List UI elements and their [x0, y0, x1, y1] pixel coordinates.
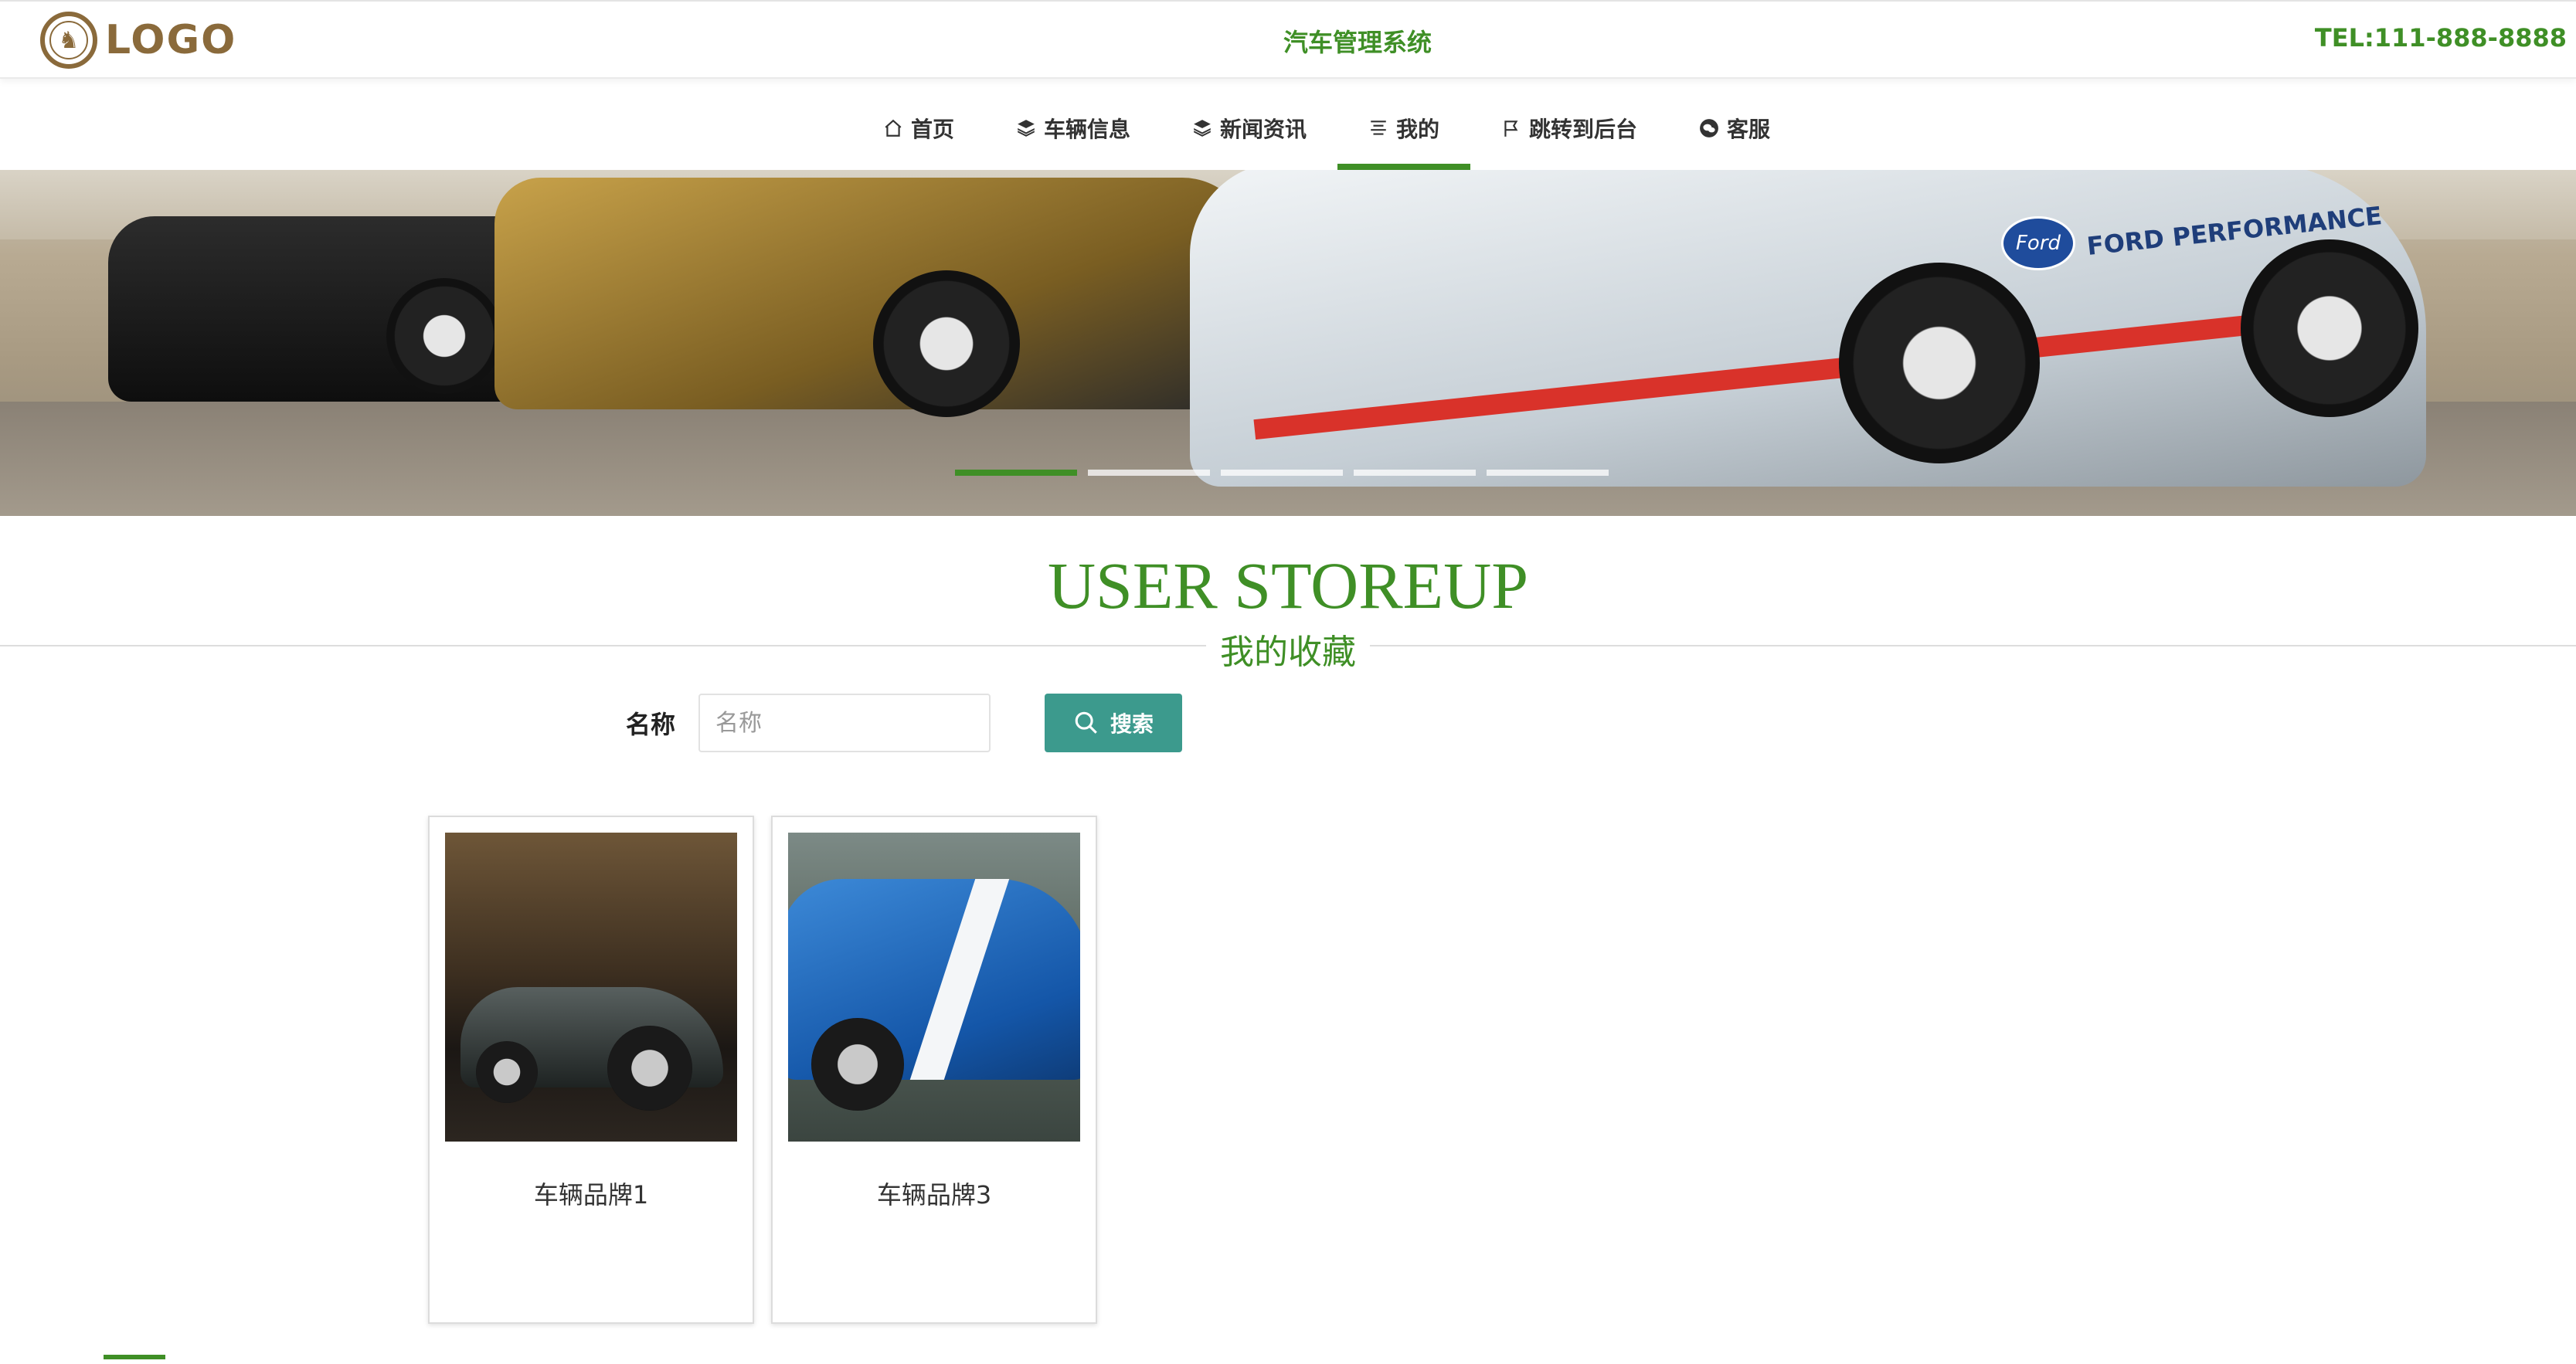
nav-item-label: 车辆信息 [1043, 117, 1130, 142]
search-icon [1075, 711, 1097, 734]
nav-item-service[interactable]: 客服 [1668, 87, 1801, 170]
favorite-name: 车辆品牌3 [876, 1180, 992, 1210]
slider-dot[interactable] [955, 470, 1077, 476]
nav-item-home[interactable]: 首页 [852, 87, 985, 170]
favorite-card[interactable]: 车辆品牌3 [771, 816, 1097, 1324]
nav-item-mine[interactable]: 我的 [1337, 87, 1471, 170]
search-bar: 名称 搜索 [626, 694, 1183, 752]
nav-item-label: 首页 [910, 117, 954, 142]
slider-dot[interactable] [1221, 470, 1343, 476]
section-title-cn: 我的收藏 [1206, 624, 1370, 674]
slider-dot[interactable] [1088, 470, 1210, 476]
layers-icon [1194, 120, 1211, 137]
ford-badge: Ford [2001, 216, 2075, 270]
home-icon [885, 119, 902, 137]
nav-item-label: 新闻资讯 [1219, 117, 1307, 142]
nav-item-label: 客服 [1727, 117, 1771, 142]
top-header: ♞ LOGO 汽车管理系统 TEL:111-888-8888 [0, 0, 2576, 79]
search-button[interactable]: 搜索 [1045, 694, 1183, 752]
favorite-car-image[interactable] [445, 833, 737, 1142]
layers-icon [1018, 120, 1035, 137]
nav-item-vehicle-info[interactable]: 车辆信息 [985, 87, 1161, 170]
favorite-name: 车辆品牌1 [533, 1180, 649, 1210]
search-button-label: 搜索 [1110, 711, 1154, 737]
favorite-card[interactable]: 车辆品牌1 [428, 816, 754, 1324]
section-title-en: USER STOREUP [1047, 548, 1529, 623]
hero-banner[interactable]: Ford FORD PERFORMANCE [0, 170, 2576, 516]
search-input[interactable] [698, 694, 991, 752]
slider-dot[interactable] [1487, 470, 1609, 476]
site-title: 汽车管理系统 [1283, 28, 1432, 57]
wechat-icon [1700, 119, 1718, 137]
flag-icon [1504, 120, 1518, 137]
slider-dot[interactable] [1354, 470, 1476, 476]
contact-tel: TEL:111-888-8888 [2314, 23, 2567, 53]
search-label: 名称 [626, 710, 676, 739]
banner-car-gold [494, 178, 1252, 409]
favorite-car-image[interactable] [788, 833, 1080, 1142]
nav-item-label: 我的 [1396, 117, 1440, 142]
menu-lines-icon [1371, 120, 1386, 135]
slider-indicators [955, 470, 1609, 476]
favorites-list: 车辆品牌1 车辆品牌3 [428, 816, 1097, 1324]
nav-item-news[interactable]: 新闻资讯 [1161, 87, 1337, 170]
bottom-indicator [104, 1355, 165, 1359]
main-nav: 首页 车辆信息 新闻资讯 我的 跳转到后台 客服 [0, 87, 2576, 170]
nav-item-admin[interactable]: 跳转到后台 [1470, 87, 1668, 170]
nav-item-label: 跳转到后台 [1529, 117, 1638, 142]
